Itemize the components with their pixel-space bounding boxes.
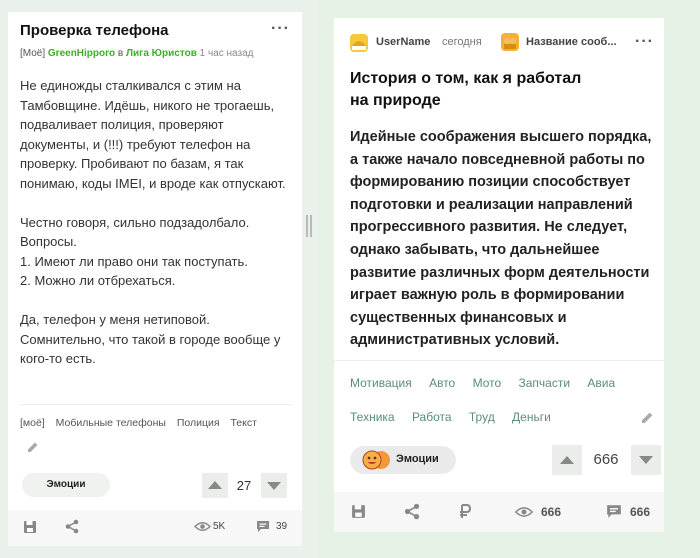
post-time: 1 час назад: [199, 48, 254, 59]
share-icon[interactable]: [65, 519, 79, 534]
avatar-face-icon: [352, 41, 366, 50]
comments-count: 39: [276, 521, 288, 532]
upvote-button[interactable]: [202, 473, 228, 498]
tag-link[interactable]: Мотивация: [350, 376, 412, 390]
community-icon: [504, 38, 516, 49]
meta-in-word: в: [117, 48, 124, 59]
tag-link[interactable]: [моё]: [20, 417, 45, 429]
post-title[interactable]: Проверка телефона: [20, 22, 169, 39]
downvote-button[interactable]: [631, 445, 661, 475]
post-body: Не единожды сталкивался с этим на Тамбов…: [20, 76, 292, 388]
save-icon[interactable]: [351, 504, 366, 519]
right-post-card: UserName сегодня Название сооб... ··· Ис…: [334, 18, 664, 532]
tag-link[interactable]: Техника: [350, 410, 395, 424]
post-meta: [Моё] GreenHipporo в Лига Юристов 1 час …: [20, 48, 253, 59]
community-link[interactable]: Название сооб...: [526, 36, 617, 48]
post-title[interactable]: История о том, как я работал на природе: [350, 68, 600, 112]
emotions-button[interactable]: Эмоции: [22, 473, 110, 497]
divider: [20, 404, 292, 405]
donate-ruble-icon[interactable]: [458, 503, 472, 520]
resize-handle[interactable]: [306, 215, 312, 237]
arrow-down-icon: [267, 482, 281, 490]
emotions-label: Эмоции: [396, 453, 439, 465]
tag-link[interactable]: Труд: [469, 410, 495, 424]
tag-link[interactable]: Авто: [429, 376, 455, 390]
paragraph-2: Честно говоря, сильно подзадолбало. Вопр…: [20, 214, 250, 289]
comments-count: 666: [630, 505, 651, 519]
more-options-icon[interactable]: ···: [271, 20, 290, 38]
tag-link[interactable]: Мото: [473, 376, 502, 390]
post-time: сегодня: [442, 36, 482, 48]
tag-list: [моё] Мобильные телефоны Полиция Текст: [20, 417, 265, 429]
save-icon[interactable]: [23, 520, 37, 534]
meta-tag: [Моё]: [20, 48, 46, 59]
comments-icon[interactable]: [606, 504, 622, 519]
post-body: Идейные соображения высшего порядка, а т…: [350, 129, 652, 349]
emotions-button[interactable]: Эмоции: [350, 446, 456, 474]
views-eye-icon: [514, 507, 534, 517]
rating-value: 666: [593, 451, 619, 468]
downvote-button[interactable]: [261, 473, 287, 498]
tag-link[interactable]: Запчасти: [519, 376, 571, 390]
edit-pencil-icon[interactable]: [26, 440, 40, 454]
arrow-down-icon: [639, 456, 653, 464]
post-footer: 5K 39: [8, 510, 302, 546]
share-icon[interactable]: [404, 503, 420, 520]
user-avatar[interactable]: [350, 34, 368, 52]
tag-link[interactable]: Текст: [230, 417, 256, 429]
tag-link[interactable]: Полиция: [177, 417, 220, 429]
tag-link[interactable]: Работа: [412, 410, 452, 424]
edit-pencil-icon[interactable]: [640, 410, 655, 425]
tag-list-row-1: Мотивация Авто Мото Запчасти Авиа: [350, 376, 629, 390]
author-link[interactable]: GreenHipporo: [48, 48, 115, 59]
username-link[interactable]: UserName: [376, 36, 430, 48]
upvote-button[interactable]: [552, 445, 582, 475]
views-eye-icon: [194, 522, 211, 531]
views-count: 5K: [213, 521, 226, 532]
tag-link[interactable]: Авиа: [587, 376, 615, 390]
tag-link[interactable]: Мобильные телефоны: [56, 417, 166, 429]
comments-icon[interactable]: [256, 520, 270, 533]
divider: [334, 360, 664, 361]
rating-value: 27: [236, 478, 252, 493]
paragraph-3: Да, телефон у меня нетиповой. Сомнительн…: [20, 312, 281, 366]
left-post-card: Проверка телефона ··· [Моё] GreenHipporo…: [8, 12, 302, 546]
emoji-faces-icon: [362, 450, 390, 470]
tag-link[interactable]: Деньги: [512, 410, 551, 424]
arrow-up-icon: [560, 456, 574, 464]
community-avatar[interactable]: [501, 33, 519, 51]
more-options-icon[interactable]: ···: [635, 33, 654, 51]
arrow-up-icon: [208, 481, 222, 489]
paragraph-1: Не единожды сталкивался с этим на Тамбов…: [20, 78, 286, 191]
post-footer: 666 666: [334, 492, 664, 532]
views-count: 666: [541, 505, 562, 519]
community-link[interactable]: Лига Юристов: [126, 48, 197, 59]
tag-list-row-2: Техника Работа Труд Деньги: [350, 410, 565, 424]
